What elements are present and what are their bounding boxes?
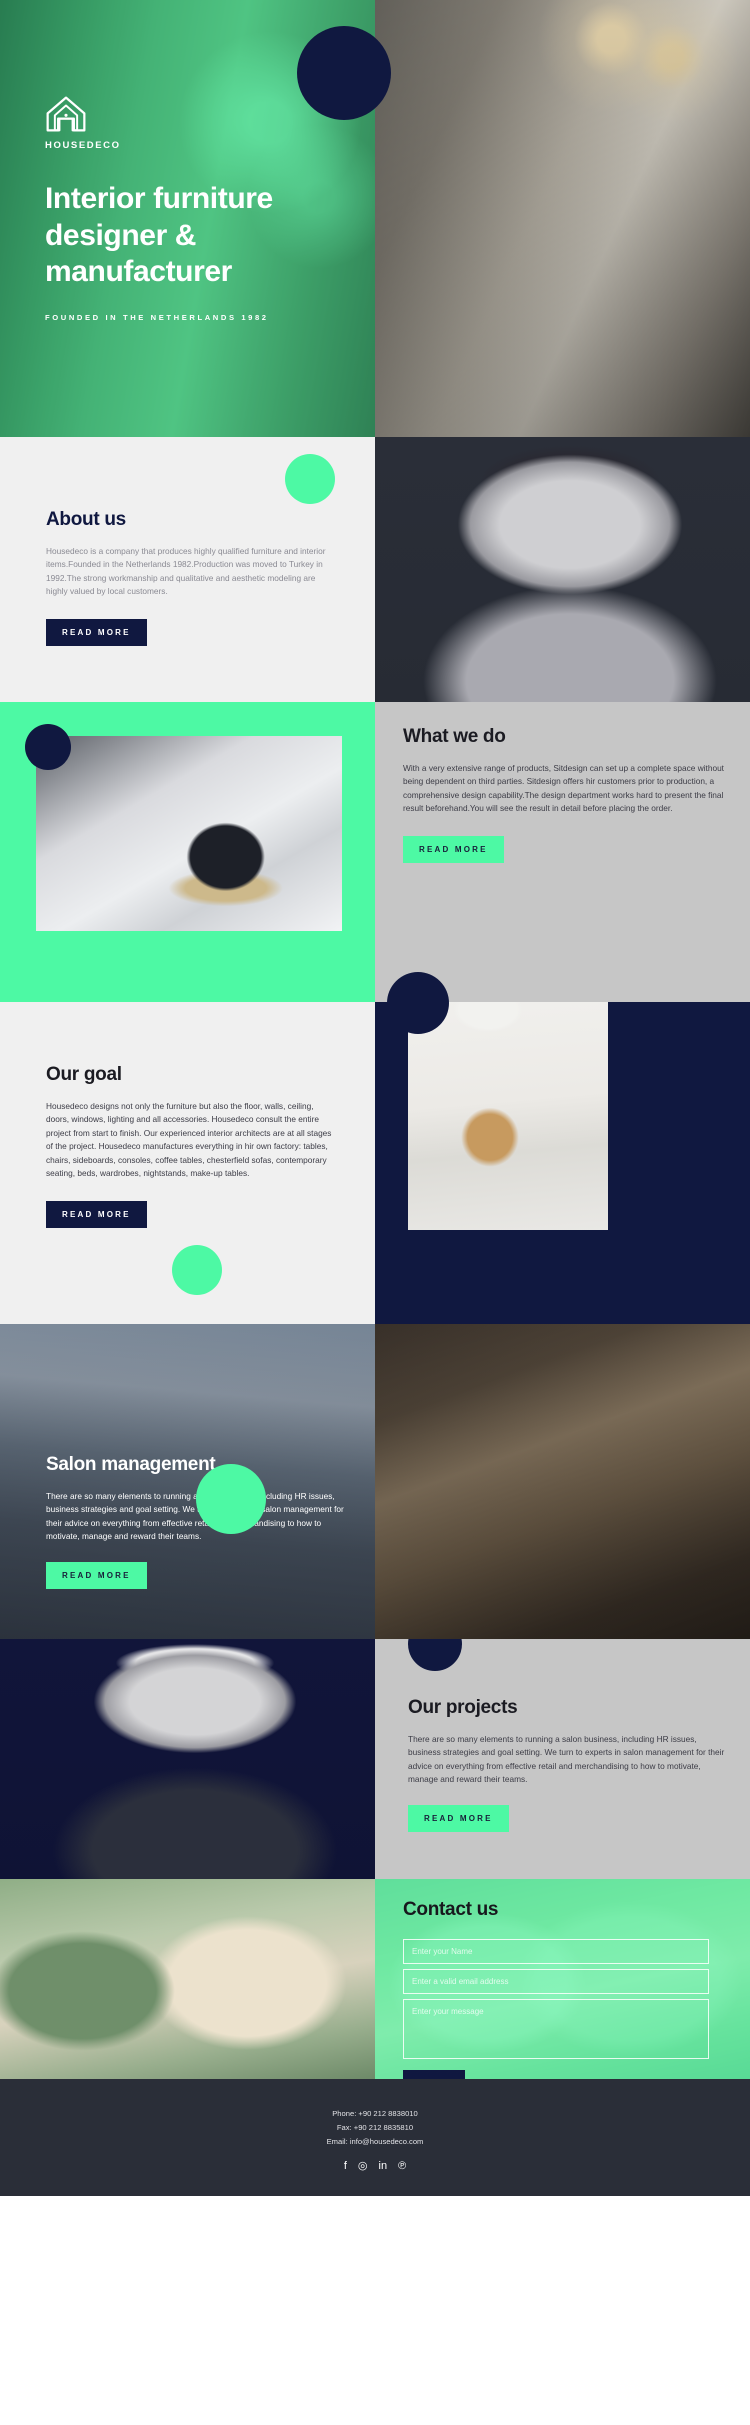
about-read-more-button[interactable]: READ MORE bbox=[46, 618, 147, 646]
what-we-do-paragraph: With a very extensive range of products,… bbox=[403, 763, 724, 814]
contact-section: Contact us SENT bbox=[0, 1879, 750, 2079]
house-outline-icon bbox=[46, 96, 86, 132]
contact-submit-button[interactable]: SENT bbox=[403, 2070, 466, 2079]
hero-heading: Interior furniture designer & manufactur… bbox=[45, 182, 273, 289]
pinterest-icon[interactable]: ℗ bbox=[398, 2161, 406, 2172]
our-projects-portrait-panel bbox=[0, 1639, 375, 1879]
what-we-do-title: What we do bbox=[403, 726, 506, 747]
footer-email: Email: info@housedeco.com bbox=[326, 2137, 424, 2147]
about-green-circle-decoration bbox=[285, 454, 335, 504]
hero-right-photo-panel bbox=[375, 0, 750, 437]
facebook-icon[interactable]: f bbox=[344, 2161, 347, 2172]
instagram-icon[interactable]: ◎ bbox=[358, 2161, 368, 2172]
contact-form-panel: Contact us SENT bbox=[375, 1879, 750, 2079]
contact-email-input[interactable] bbox=[403, 1969, 709, 1994]
coat-rack-closet-photo bbox=[375, 1324, 750, 1639]
blanket-and-mug-photo bbox=[36, 736, 342, 931]
our-goal-copy-block: Our goal Housedeco designs not only the … bbox=[46, 1064, 336, 1228]
salon-right-photo-panel bbox=[375, 1324, 750, 1639]
our-projects-paragraph: There are so many elements to running a … bbox=[408, 1734, 725, 1785]
about-title: About us bbox=[46, 509, 126, 530]
hero-subheading: FOUNDED IN THE NETHERLANDS 1982 bbox=[45, 312, 269, 322]
brand-wordmark: HOUSEDECO bbox=[45, 140, 121, 151]
salon-read-more-button[interactable]: READ MORE bbox=[46, 1561, 147, 1589]
contact-name-input[interactable] bbox=[403, 1939, 709, 1964]
our-projects-title: Our projects bbox=[408, 1697, 518, 1718]
contact-title: Contact us bbox=[403, 1899, 499, 1920]
smiling-man-portrait-photo bbox=[375, 437, 750, 702]
our-projects-navy-circle-decoration bbox=[408, 1639, 462, 1671]
our-projects-section: Our projects There are so many elements … bbox=[0, 1639, 750, 1879]
our-projects-text-panel: Our projects There are so many elements … bbox=[375, 1639, 750, 1879]
blanket-and-mug-photo-frame bbox=[36, 736, 342, 931]
footer-phone: Phone: +90 212 8838010 bbox=[332, 2109, 418, 2118]
salon-title: Salon management bbox=[46, 1454, 216, 1475]
salon-management-section: Salon management There are so many eleme… bbox=[0, 1324, 750, 1639]
our-goal-image-panel bbox=[375, 1002, 750, 1324]
businessman-portrait-photo bbox=[0, 1639, 375, 1879]
about-copy-block: About us Housedeco is a company that pro… bbox=[46, 509, 336, 646]
site-footer: Phone: +90 212 8838010 Fax: +90 212 8835… bbox=[0, 2079, 750, 2197]
our-projects-read-more-button[interactable]: READ MORE bbox=[408, 1804, 509, 1832]
what-we-do-text-panel: What we do With a very extensive range o… bbox=[375, 702, 750, 1002]
floor-lamp-photo-frame bbox=[408, 1002, 608, 1230]
about-paragraph: Housedeco is a company that produces hig… bbox=[46, 546, 326, 597]
our-projects-copy-block: Our projects There are so many elements … bbox=[408, 1697, 730, 1832]
our-goal-text-panel: Our goal Housedeco designs not only the … bbox=[0, 1002, 375, 1324]
contact-message-textarea[interactable] bbox=[403, 1999, 709, 2059]
our-goal-read-more-button[interactable]: READ MORE bbox=[46, 1200, 147, 1228]
what-we-do-navy-circle-decoration bbox=[25, 724, 71, 770]
about-portrait-panel bbox=[375, 437, 750, 702]
contact-copy-block: Contact us SENT bbox=[403, 1899, 723, 2079]
hero-copy-block: HOUSEDECO Interior furniture designer & … bbox=[45, 95, 365, 322]
salon-green-circle-decoration bbox=[196, 1464, 266, 1534]
landing-page: HOUSEDECO Interior furniture designer & … bbox=[0, 0, 750, 2197]
floor-lamp-bedroom-photo bbox=[408, 1002, 608, 1230]
salon-copy-block: Salon management There are so many eleme… bbox=[46, 1454, 356, 1589]
salon-left-photo-panel: Salon management There are so many eleme… bbox=[0, 1324, 375, 1639]
what-we-do-section: What we do With a very extensive range o… bbox=[0, 702, 750, 1002]
linkedin-icon[interactable]: in bbox=[379, 2161, 388, 2172]
what-we-do-image-panel bbox=[0, 702, 375, 1002]
our-goal-navy-circle-decoration bbox=[387, 972, 449, 1034]
footer-fax: Fax: +90 212 8835810 bbox=[336, 2123, 414, 2133]
our-goal-section: Our goal Housedeco designs not only the … bbox=[0, 972, 750, 1324]
bakery-shelf-photo bbox=[375, 0, 750, 437]
our-goal-title: Our goal bbox=[46, 1064, 122, 1085]
footer-social-links: f ◎ in ℗ bbox=[0, 2161, 750, 2172]
our-goal-green-circle-decoration bbox=[172, 1245, 222, 1295]
about-section: About us Housedeco is a company that pro… bbox=[0, 437, 750, 702]
what-we-do-copy-block: What we do With a very extensive range o… bbox=[403, 726, 725, 863]
about-text-panel: About us Housedeco is a company that pro… bbox=[0, 437, 375, 702]
what-we-do-read-more-button[interactable]: READ MORE bbox=[403, 835, 504, 863]
contact-left-photo-panel bbox=[0, 1879, 375, 2079]
hero-section: HOUSEDECO Interior furniture designer & … bbox=[0, 0, 750, 437]
cactus-pillow-sofa-photo bbox=[0, 1879, 375, 2079]
our-goal-paragraph: Housedeco designs not only the furniture… bbox=[46, 1101, 332, 1179]
